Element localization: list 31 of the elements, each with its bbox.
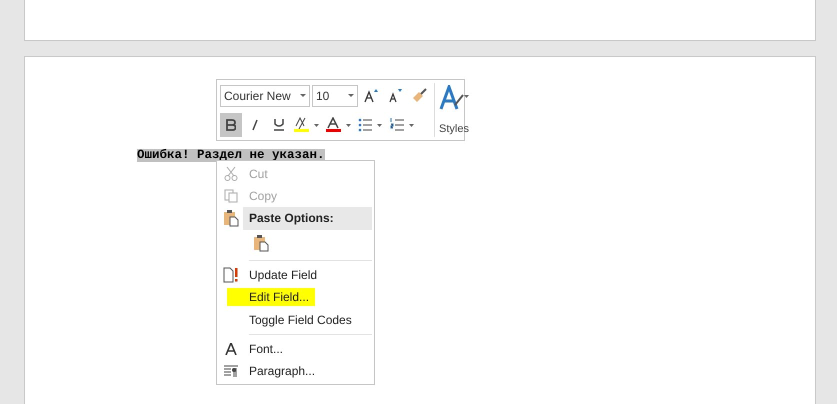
- dropdown-caret-icon: [348, 94, 354, 98]
- menu-item[interactable]: Font...: [249, 342, 284, 356]
- paintbrush-icon[interactable]: [411, 88, 427, 104]
- paste-options-header: Paste Options:: [249, 211, 334, 226]
- grow-font-icon[interactable]: [364, 88, 378, 102]
- dropdown-caret-icon: [300, 94, 306, 98]
- shrink-font-icon[interactable]: [388, 88, 402, 102]
- highlighter-icon[interactable]: [294, 116, 320, 132]
- font-size-combo[interactable]: 10: [312, 84, 358, 106]
- document-alert-icon: [223, 267, 239, 284]
- document-text: Ошибка! Раздел не указан.: [137, 149, 325, 162]
- clipboard-icon: [223, 209, 239, 228]
- font-color-icon[interactable]: [326, 116, 352, 132]
- menu-item[interactable]: Paragraph...: [249, 364, 316, 378]
- bold-button[interactable]: [220, 112, 242, 136]
- menu-item[interactable]: Toggle Field Codes: [249, 312, 352, 327]
- scissors-icon: [224, 166, 238, 182]
- clipboard-icon: [253, 234, 269, 252]
- paragraph-icon: [224, 364, 238, 377]
- letter-a-icon: [225, 342, 237, 355]
- menu-item[interactable]: Update Field: [249, 268, 318, 282]
- bullets-icon[interactable]: [358, 116, 384, 132]
- copy-icon: [224, 189, 238, 204]
- underline-icon[interactable]: [274, 118, 284, 131]
- bold-icon: [226, 118, 236, 130]
- italic-icon[interactable]: [251, 118, 259, 130]
- font-name-combo[interactable]: Courier New: [220, 84, 310, 106]
- menu-item[interactable]: Edit Field...: [227, 288, 316, 306]
- styles-button[interactable]: Styles: [434, 83, 473, 137]
- styles-icon: [439, 85, 469, 111]
- numbering-icon[interactable]: [390, 116, 416, 132]
